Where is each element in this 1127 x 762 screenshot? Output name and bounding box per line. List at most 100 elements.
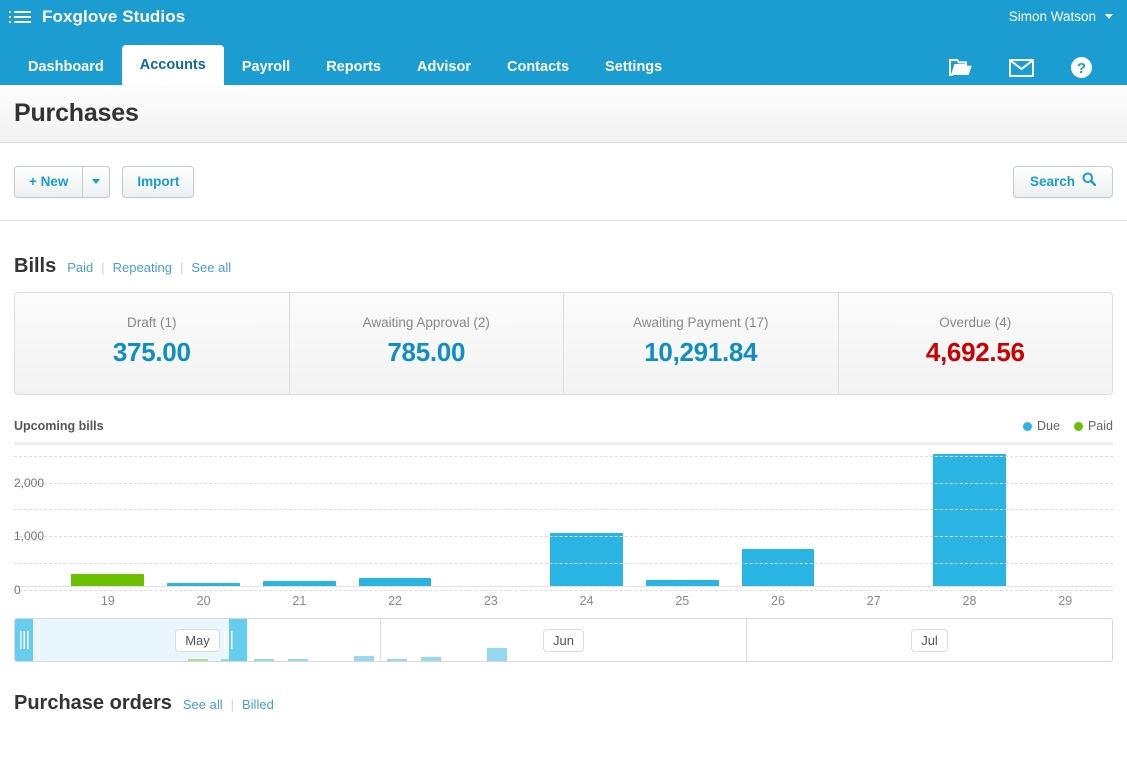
card-draft[interactable]: Draft (1) 375.00 [15, 293, 290, 394]
tab-contacts[interactable]: Contacts [489, 49, 587, 85]
chart-bar-slot[interactable] [1017, 445, 1113, 587]
chart-x-tick-label: 24 [579, 594, 594, 608]
drag-handle-icon[interactable] [20, 631, 29, 649]
import-button[interactable]: Import [122, 165, 195, 198]
chart-x-tick-label: 19 [100, 594, 115, 608]
scrubber-mini-slot [1046, 647, 1079, 661]
user-menu[interactable]: Simon Watson [1009, 9, 1113, 24]
scrubber-mini-slot [381, 647, 414, 661]
top-bar: Foxglove Studios Simon Watson [0, 0, 1127, 33]
chart-x-tick-label: 22 [388, 594, 403, 608]
chart-x-tick-label: 21 [292, 594, 307, 608]
chart-bar[interactable] [550, 533, 623, 587]
scrubber-mini-slot [281, 647, 314, 661]
chart-bar-slot[interactable] [634, 445, 730, 587]
scrubber-mini-bar [287, 659, 308, 661]
bills-section-header: Bills Paid | Repeating | See all [0, 255, 1127, 278]
scrubber-mini-slot [647, 647, 680, 661]
bills-summary-cards: Draft (1) 375.00 Awaiting Approval (2) 7… [14, 292, 1113, 395]
scrubber-mini-bar [420, 657, 441, 661]
bills-title: Bills [14, 255, 57, 277]
scrubber-mini-slot [514, 647, 547, 661]
card-label: Awaiting Payment (17) [632, 315, 769, 330]
scrubber-mini-slot [248, 647, 281, 661]
scrubber-mini-slot [1013, 647, 1046, 661]
card-label: Overdue (4) [939, 315, 1012, 330]
tab-payroll[interactable]: Payroll [224, 49, 308, 85]
chart-bar-slot[interactable] [922, 445, 1018, 587]
new-dropdown-button[interactable] [82, 165, 111, 198]
chart-bar-slot[interactable] [251, 445, 347, 587]
scrubber-mini-slot [680, 647, 713, 661]
scrubber-mini-bar [487, 648, 508, 661]
new-split-button: + New [14, 165, 111, 198]
scrubber-mini-slot [813, 647, 846, 661]
card-awaiting-payment[interactable]: Awaiting Payment (17) 10,291.84 [564, 293, 839, 394]
legend-item-due: Due [1023, 419, 1060, 433]
divider: | [179, 260, 184, 275]
list-menu-icon[interactable] [9, 10, 31, 23]
purchase-orders-title: Purchase orders [14, 692, 172, 714]
scrubber-mini-slot [614, 647, 647, 661]
card-awaiting-approval[interactable]: Awaiting Approval (2) 785.00 [290, 293, 564, 394]
chart-bar-slot[interactable] [156, 445, 252, 587]
chart-x-tick-label: 26 [771, 594, 785, 608]
help-icon[interactable]: ? [1070, 56, 1093, 79]
chart-x-tick-label: 28 [962, 594, 977, 608]
bills-link-see-all[interactable]: See all [191, 260, 231, 275]
scrubber-mini-bar [354, 655, 375, 661]
chart-bar-slot[interactable] [826, 445, 922, 587]
chart-gridline [14, 455, 1113, 457]
tab-accounts[interactable]: Accounts [121, 45, 224, 85]
divider: | [230, 697, 234, 712]
scrubber-mini-slot [880, 647, 913, 661]
purchase-orders-section-header: Purchase orders See all | Billed [0, 692, 1127, 715]
chart-bar[interactable] [741, 549, 815, 587]
chart-bar-slot[interactable] [443, 445, 539, 587]
po-link-billed[interactable]: Billed [242, 697, 274, 712]
chart-plot: 0 1,000 2,000 [14, 442, 1113, 597]
main-nav: Dashboard Accounts Payroll Reports Advis… [0, 33, 1127, 85]
brand-area: Foxglove Studios [9, 7, 185, 27]
month-label: May [175, 628, 220, 652]
search-button[interactable]: Search [1012, 165, 1113, 198]
chart-bars [60, 445, 1113, 587]
chart-bar-slot[interactable] [60, 445, 156, 587]
chevron-down-icon [1105, 14, 1113, 19]
chart-bar-slot[interactable] [730, 445, 826, 587]
chart-bar-slot[interactable] [539, 445, 635, 587]
chart-x-tick-label: 29 [1058, 594, 1073, 608]
new-button[interactable]: + New [14, 165, 83, 198]
card-value: 10,291.84 [644, 337, 758, 367]
card-value: 375.00 [112, 337, 191, 367]
chart-axis-line [14, 586, 1113, 587]
scrubber-mini-slot [1079, 647, 1112, 661]
envelope-icon[interactable] [1009, 58, 1034, 77]
bills-link-repeating[interactable]: Repeating [113, 260, 172, 275]
tab-advisor[interactable]: Advisor [399, 49, 489, 85]
user-name: Simon Watson [1008, 9, 1096, 24]
po-link-see-all[interactable]: See all [183, 697, 223, 712]
chart-bar[interactable] [933, 453, 1006, 587]
scrubber-mini-bar [254, 659, 275, 661]
date-range-scrubber[interactable]: May Jun Jul [14, 618, 1113, 662]
purchase-orders-links: See all | Billed [183, 697, 274, 712]
drag-handle-icon[interactable] [224, 631, 233, 649]
chart-legend: Due Paid [1023, 419, 1113, 433]
card-label: Draft (1) [126, 315, 177, 330]
tab-settings[interactable]: Settings [587, 49, 680, 85]
scrubber-mini-slot [846, 647, 879, 661]
tab-dashboard[interactable]: Dashboard [10, 49, 122, 85]
legend-dot-paid [1073, 421, 1083, 431]
chart-title: Upcoming bills [14, 419, 104, 433]
card-overdue[interactable]: Overdue (4) 4,692.56 [839, 293, 1113, 394]
folder-icon[interactable] [949, 58, 973, 77]
chart-x-tick-label: 25 [675, 594, 690, 608]
scrubber-mini-slot [414, 647, 447, 661]
tab-reports[interactable]: Reports [308, 49, 399, 85]
bills-link-paid[interactable]: Paid [67, 260, 93, 275]
nav-icon-group: ? [949, 56, 1127, 85]
legend-dot-due [1023, 421, 1033, 431]
chart-bar-slot[interactable] [347, 445, 443, 587]
legend-label: Due [1037, 419, 1060, 433]
